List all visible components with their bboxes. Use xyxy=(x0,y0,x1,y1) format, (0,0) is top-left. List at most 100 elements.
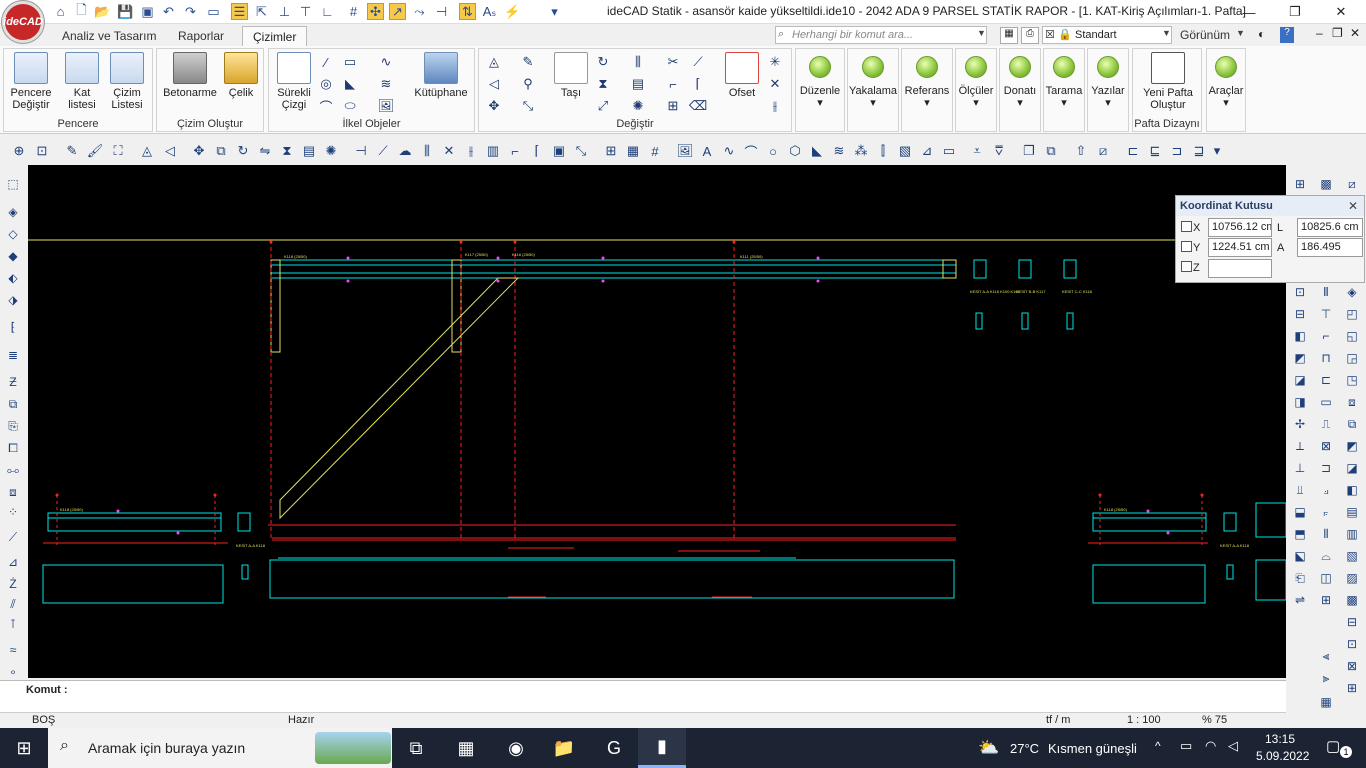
steel-o-icon[interactable]: ⊞ xyxy=(1316,590,1336,610)
notification-icon[interactable]: ▢ xyxy=(1326,737,1340,755)
steel-c-icon[interactable]: ⌐ xyxy=(1316,326,1336,346)
customize-icon[interactable]: ▾ xyxy=(546,3,563,20)
arrow-up-icon[interactable]: ⇧ xyxy=(1072,142,1090,160)
extend-icon[interactable]: ⟋ xyxy=(689,53,707,71)
polar-icon[interactable]: ⤳ xyxy=(411,3,428,20)
drawing-canvas[interactable]: K118 (25/50) K117 (25/50) K116 (25/50) K… xyxy=(28,165,1286,678)
floor-l-icon[interactable]: ▥ xyxy=(1342,524,1362,544)
text-style-icon[interactable]: Aₛ xyxy=(481,3,498,20)
status-scale[interactable]: 1 : 100 xyxy=(1127,714,1161,726)
hash-icon[interactable]: # xyxy=(646,142,664,160)
close-button[interactable]: ✕ xyxy=(1318,0,1364,24)
tool-b-icon[interactable]: ⊑ xyxy=(1146,142,1164,160)
edit-icon[interactable]: ✎ xyxy=(63,142,81,160)
layer-icon[interactable]: ◈ xyxy=(3,202,23,222)
rotate-icon[interactable]: ↻ xyxy=(594,53,612,71)
yakalama-button[interactable]: Yakalama ▾ xyxy=(848,52,898,109)
app-g-icon[interactable]: G xyxy=(590,728,638,768)
array-icon[interactable]: ⫼ xyxy=(418,142,436,160)
snap-f-icon[interactable]: ◨ xyxy=(1290,392,1310,412)
status-unit[interactable]: tf / m xyxy=(1046,714,1070,726)
chrome-icon[interactable]: ◉ xyxy=(492,728,540,768)
steel-j-icon[interactable]: ⟓ xyxy=(1316,480,1336,500)
pin-icon[interactable]: ⊺ xyxy=(3,614,23,634)
z-input[interactable] xyxy=(1208,259,1272,278)
l-input[interactable]: 10825.6 cm xyxy=(1297,218,1363,237)
wedge-icon[interactable]: ◁ xyxy=(161,142,179,160)
steel-e-icon[interactable]: ⊏ xyxy=(1316,370,1336,390)
z-checkbox[interactable] xyxy=(1181,261,1192,272)
align-icon[interactable]: ▤ xyxy=(629,75,647,93)
snap-b-icon[interactable]: ⊟ xyxy=(1290,304,1310,324)
ofset-button[interactable]: Ofset xyxy=(719,52,765,99)
mirror-axis-icon[interactable]: ⧗ xyxy=(278,142,296,160)
pattern-icon[interactable]: ⁂ xyxy=(852,142,870,160)
arc-icon[interactable]: ⌒ xyxy=(317,97,335,115)
mdi-close-icon[interactable]: ✕ xyxy=(1350,26,1360,40)
zoom-window-icon[interactable]: ⊡ xyxy=(33,142,51,160)
command-search-input[interactable]: Herhangi bir komut ara... xyxy=(775,26,987,44)
snap-icon[interactable]: ⊤ xyxy=(297,3,314,20)
steel-p-icon[interactable]: ⫷ xyxy=(1316,646,1336,666)
fillet-icon[interactable]: ⌐ xyxy=(664,75,682,93)
mdi-minimize-icon[interactable]: – xyxy=(1316,26,1323,40)
explode-icon[interactable]: ✺ xyxy=(629,97,647,115)
cross-icon[interactable]: ✕ xyxy=(440,142,458,160)
list-icon[interactable]: ≣ xyxy=(3,345,23,365)
y-input[interactable]: 1224.51 cm xyxy=(1208,238,1272,257)
floor-p-icon[interactable]: ⊟ xyxy=(1342,612,1362,632)
command-line[interactable] xyxy=(0,680,1286,712)
select-icon[interactable]: ⛶ xyxy=(109,142,127,160)
cut-line-icon[interactable]: ⫽ xyxy=(3,594,23,614)
olculer-button[interactable]: Ölçüler ▾ xyxy=(956,52,996,109)
steel-a-icon[interactable]: Ⅱ xyxy=(1316,282,1336,302)
floor-f-icon[interactable]: ⧈ xyxy=(1342,392,1362,412)
floor-e-icon[interactable]: ◳ xyxy=(1342,370,1362,390)
chevron-down-icon[interactable]: ▼ xyxy=(1162,28,1171,38)
a-tool-icon[interactable]: ⊿ xyxy=(3,552,23,572)
chamfer-icon[interactable]: ⌈ xyxy=(528,142,546,160)
dropper-icon[interactable]: ⚲ xyxy=(519,75,537,93)
erase-icon[interactable]: ⌫ xyxy=(689,97,707,115)
steel-f-icon[interactable]: ▭ xyxy=(1316,392,1336,412)
grid-toggle-icon[interactable]: ▦ xyxy=(1000,27,1018,44)
duzenle-button[interactable]: Düzenle ▾ xyxy=(796,52,844,109)
snap-o-icon[interactable]: ⇌ xyxy=(1290,590,1310,610)
weather-icon[interactable]: ⛅ xyxy=(978,738,999,758)
grid-icon[interactable]: # xyxy=(345,3,362,20)
snap-i-icon[interactable]: ⊥ xyxy=(1290,458,1310,478)
measure-icon[interactable]: ⊿ xyxy=(918,142,936,160)
task-view-icon[interactable]: ⧉ xyxy=(392,728,440,768)
select-rect-icon[interactable]: ⬚ xyxy=(3,174,23,194)
trim-icon[interactable]: ✂ xyxy=(664,53,682,71)
tasi-button[interactable]: Taşı xyxy=(549,52,593,99)
open-folder-icon[interactable]: 📂 xyxy=(94,3,111,20)
split-icon[interactable]: ⫲ xyxy=(766,97,784,115)
x-checkbox[interactable] xyxy=(1181,221,1192,232)
print-icon[interactable]: ⎙ xyxy=(1021,27,1039,44)
steel-l-icon[interactable]: ⫴ xyxy=(1316,524,1336,544)
snap-n-icon[interactable]: ⎗ xyxy=(1290,568,1310,588)
cross-icon[interactable]: ✕ xyxy=(766,75,784,93)
undo-icon[interactable]: ↶ xyxy=(160,3,177,20)
circle-icon[interactable]: ○ xyxy=(764,142,782,160)
battery-icon[interactable]: ▭ xyxy=(1180,738,1192,754)
move-vertical-icon[interactable]: ⇅ xyxy=(459,3,476,20)
table-icon[interactable]: ⊞ xyxy=(602,142,620,160)
referans-button[interactable]: Referans ▾ xyxy=(902,52,952,109)
idecad-taskbar-icon[interactable]: ▮ xyxy=(638,728,686,768)
layer4-icon[interactable]: ⬖ xyxy=(3,268,23,288)
help-icon[interactable]: ? xyxy=(1280,27,1294,43)
checker-icon[interactable]: ▩ xyxy=(1316,174,1336,194)
explode-icon[interactable]: ✺ xyxy=(322,142,340,160)
new-file-icon[interactable]: 🗋 xyxy=(73,2,90,20)
z-tool-icon[interactable]: Ż xyxy=(3,574,23,594)
hatch-icon[interactable]: ◣ xyxy=(341,75,359,93)
mdi-restore-icon[interactable]: ❐ xyxy=(1332,26,1343,40)
snap-l-icon[interactable]: ⬒ xyxy=(1290,524,1310,544)
pencil-icon[interactable]: ✎ xyxy=(519,53,537,71)
kutuphane-button[interactable]: Kütüphane xyxy=(409,52,473,99)
mirror-axis-icon[interactable]: ⧗ xyxy=(594,75,612,93)
slash-icon[interactable]: ⟋ xyxy=(3,527,23,547)
wedge-icon[interactable]: ◁ xyxy=(485,75,503,93)
